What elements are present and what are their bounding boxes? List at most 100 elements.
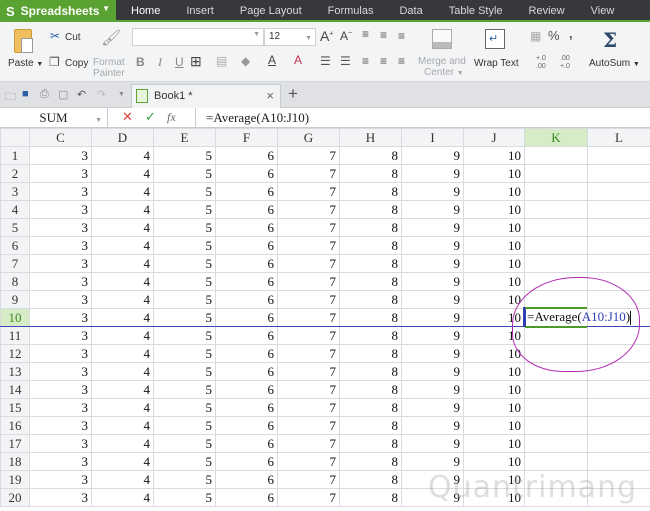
decrease-decimal-button[interactable]: .00 +.0 [560, 55, 570, 71]
column-header-h[interactable]: H [339, 128, 402, 147]
cell-k9[interactable] [524, 290, 588, 309]
column-header-k[interactable]: K [524, 128, 588, 147]
formula-input[interactable]: =Average(A10:J10) [195, 108, 650, 127]
merge-center-label-1[interactable]: Merge and [418, 56, 466, 67]
cell-k16[interactable] [524, 416, 588, 435]
cell-i10[interactable]: 9 [401, 308, 464, 327]
cell-g4[interactable]: 7 [277, 200, 340, 219]
cell-k17[interactable] [524, 434, 588, 453]
cell-c8[interactable]: 3 [29, 272, 92, 291]
cell-d17[interactable]: 4 [91, 434, 154, 453]
active-cell-handle[interactable] [523, 307, 526, 327]
cell-i9[interactable]: 9 [401, 290, 464, 309]
cell-g16[interactable]: 7 [277, 416, 340, 435]
cell-l15[interactable] [587, 398, 650, 417]
print-preview-icon[interactable]: ▢ [58, 88, 68, 101]
row-header[interactable]: 20 [0, 488, 30, 507]
cell-h3[interactable]: 8 [339, 182, 402, 201]
cell-i4[interactable]: 9 [401, 200, 464, 219]
cell-g15[interactable]: 7 [277, 398, 340, 417]
cell-d10[interactable]: 4 [91, 308, 154, 327]
cell-e1[interactable]: 5 [153, 146, 216, 165]
cell-f17[interactable]: 6 [215, 434, 278, 453]
cell-f20[interactable]: 6 [215, 488, 278, 507]
cell-h15[interactable]: 8 [339, 398, 402, 417]
row-header[interactable]: 6 [0, 236, 30, 255]
cell-e8[interactable]: 5 [153, 272, 216, 291]
row-header[interactable]: 2 [0, 164, 30, 183]
cell-g7[interactable]: 7 [277, 254, 340, 273]
cell-i14[interactable]: 9 [401, 380, 464, 399]
autosum-button[interactable]: AutoSum ▼ [589, 58, 640, 69]
cell-c5[interactable]: 3 [29, 218, 92, 237]
cell-c1[interactable]: 3 [29, 146, 92, 165]
cell-editor[interactable]: =Average(A10:J10) [527, 309, 632, 326]
cell-c11[interactable]: 3 [29, 326, 92, 345]
cell-k1[interactable] [524, 146, 588, 165]
cell-d8[interactable]: 4 [91, 272, 154, 291]
align-middle-icon[interactable]: ≡ [380, 28, 387, 42]
cell-c13[interactable]: 3 [29, 362, 92, 381]
font-name-select[interactable]: ▼ [132, 28, 264, 46]
column-header-c[interactable]: C [29, 128, 92, 147]
cell-c14[interactable]: 3 [29, 380, 92, 399]
cell-f12[interactable]: 6 [215, 344, 278, 363]
cell-g13[interactable]: 7 [277, 362, 340, 381]
cell-d18[interactable]: 4 [91, 452, 154, 471]
row-header[interactable]: 9 [0, 290, 30, 309]
cell-f8[interactable]: 6 [215, 272, 278, 291]
row-header[interactable]: 18 [0, 452, 30, 471]
cell-k6[interactable] [524, 236, 588, 255]
clear-format-icon[interactable]: A [294, 53, 302, 67]
cell-j17[interactable]: 10 [463, 434, 525, 453]
cell-g11[interactable]: 7 [277, 326, 340, 345]
confirm-formula-button[interactable]: ✓ [145, 109, 156, 125]
cell-d3[interactable]: 4 [91, 182, 154, 201]
tab-table-style[interactable]: Table Style [436, 0, 516, 22]
cell-c9[interactable]: 3 [29, 290, 92, 309]
cell-g6[interactable]: 7 [277, 236, 340, 255]
cell-k8[interactable] [524, 272, 588, 291]
cell-f18[interactable]: 6 [215, 452, 278, 471]
autosum-icon[interactable]: Σ [603, 28, 617, 52]
cell-e5[interactable]: 5 [153, 218, 216, 237]
name-box[interactable]: SUM ▼ [0, 108, 108, 127]
align-left-icon[interactable]: ≡ [362, 54, 369, 68]
new-tab-button[interactable]: + [288, 84, 298, 104]
increase-indent-icon[interactable]: ☰ [340, 54, 351, 68]
row-header[interactable]: 15 [0, 398, 30, 417]
number-format-icon[interactable]: ▦ [530, 29, 541, 43]
cell-l17[interactable] [587, 434, 650, 453]
cell-g9[interactable]: 7 [277, 290, 340, 309]
row-header[interactable]: 1 [0, 146, 30, 165]
cell-f11[interactable]: 6 [215, 326, 278, 345]
paste-button[interactable]: Paste ▼ [8, 58, 43, 69]
cell-e3[interactable]: 5 [153, 182, 216, 201]
cell-j5[interactable]: 10 [463, 218, 525, 237]
cell-j15[interactable]: 10 [463, 398, 525, 417]
cell-k13[interactable] [524, 362, 588, 381]
copy-icon[interactable]: ❐ [49, 55, 60, 69]
cell-c20[interactable]: 3 [29, 488, 92, 507]
cell-d7[interactable]: 4 [91, 254, 154, 273]
column-header-i[interactable]: I [401, 128, 464, 147]
column-header-f[interactable]: F [215, 128, 278, 147]
cell-f7[interactable]: 6 [215, 254, 278, 273]
cell-l8[interactable] [587, 272, 650, 291]
cell-k5[interactable] [524, 218, 588, 237]
cell-h19[interactable]: 8 [339, 470, 402, 489]
cell-f4[interactable]: 6 [215, 200, 278, 219]
cell-j9[interactable]: 10 [463, 290, 525, 309]
select-all-corner[interactable] [0, 128, 30, 147]
cell-d4[interactable]: 4 [91, 200, 154, 219]
cell-j1[interactable]: 10 [463, 146, 525, 165]
cell-l13[interactable] [587, 362, 650, 381]
bold-button[interactable]: B [136, 55, 145, 69]
cell-f13[interactable]: 6 [215, 362, 278, 381]
cell-l3[interactable] [587, 182, 650, 201]
row-header[interactable]: 7 [0, 254, 30, 273]
cell-d19[interactable]: 4 [91, 470, 154, 489]
cell-f15[interactable]: 6 [215, 398, 278, 417]
cell-h12[interactable]: 8 [339, 344, 402, 363]
cell-j18[interactable]: 10 [463, 452, 525, 471]
